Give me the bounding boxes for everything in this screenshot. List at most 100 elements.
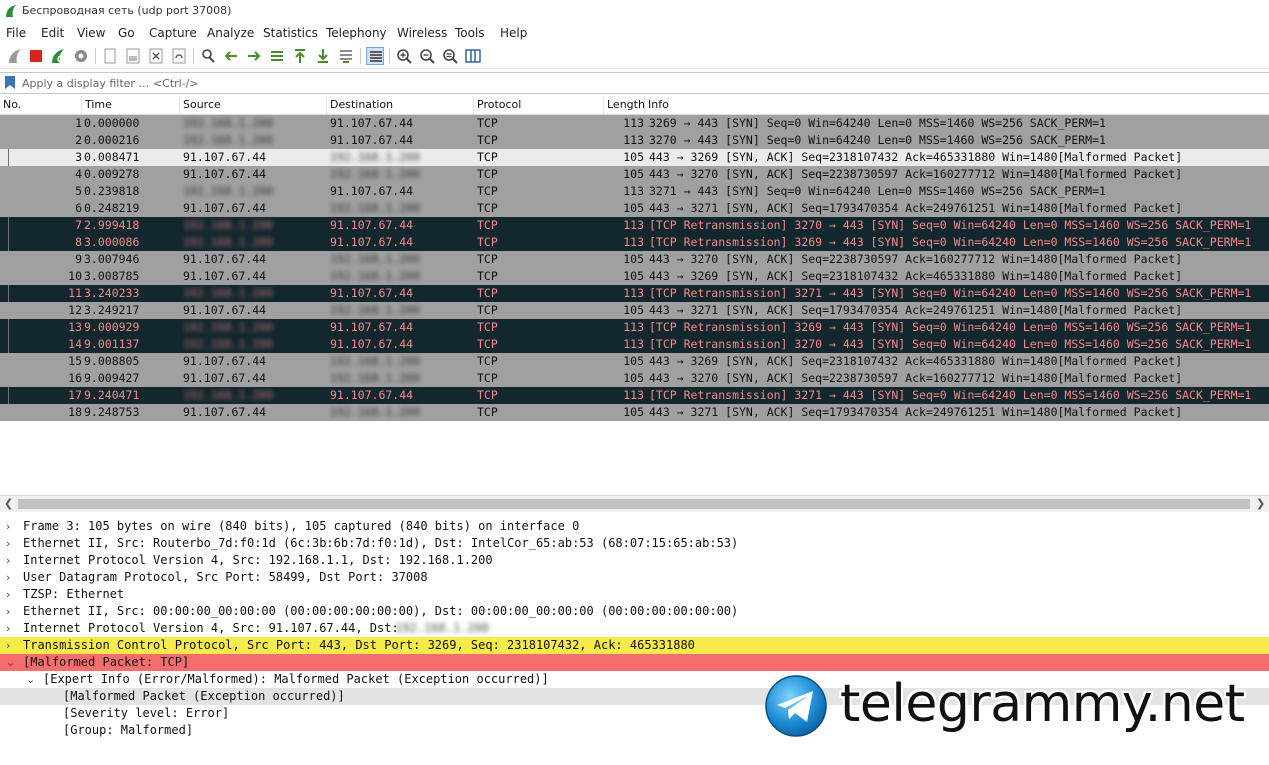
column-header-time[interactable]: Time <box>82 96 180 114</box>
menu-view[interactable]: View <box>77 26 105 40</box>
packet-length: 105 <box>623 269 644 283</box>
column-header-no[interactable]: No. <box>0 96 82 114</box>
go-first-packet-icon[interactable] <box>291 47 309 65</box>
detail-tree-item[interactable]: › Ethernet II, Src: Routerbo_7d:f0:1d (6c… <box>0 535 1269 552</box>
packet-row[interactable]: 13 9.000929 192.168.1.200 91.107.67.44 TCP 11… <box>0 319 1269 336</box>
menu-wireless[interactable]: Wireless <box>397 26 447 40</box>
go-last-packet-icon[interactable] <box>314 47 332 65</box>
packet-row[interactable]: 12 3.249217 91.107.67.44 192.168.1.200 TCP 10… <box>0 302 1269 319</box>
column-header-protocol[interactable]: Protocol <box>474 96 604 114</box>
packet-row[interactable]: 1 0.000000 192.168.1.200 91.107.67.44 TCP 113… <box>0 115 1269 132</box>
go-back-arrow-icon[interactable] <box>222 47 240 65</box>
packet-destination: 192.168.1.200 <box>330 405 421 419</box>
packet-row[interactable]: 15 9.008805 91.107.67.44 192.168.1.200 TCP 10… <box>0 353 1269 370</box>
stop-capture-icon[interactable] <box>27 47 45 65</box>
bookmark-icon[interactable] <box>3 75 17 90</box>
scrollbar-thumb[interactable] <box>18 499 1250 509</box>
packet-no: 17 <box>68 388 82 402</box>
column-header-length[interactable]: Length <box>604 96 645 114</box>
reload-file-icon[interactable] <box>170 47 188 65</box>
expand-arrow-icon[interactable]: › <box>6 603 10 620</box>
packet-row[interactable]: 11 3.240233 192.168.1.200 91.107.67.44 TCP 11… <box>0 285 1269 302</box>
detail-tree-item[interactable]: › Transmission Control Protocol, Src Port… <box>0 637 1269 654</box>
packet-row[interactable]: 2 0.000216 192.168.1.200 91.107.67.44 TCP 113… <box>0 132 1269 149</box>
packet-no: 13 <box>68 320 82 334</box>
open-file-icon[interactable] <box>101 47 119 65</box>
menu-bar: File Edit View Go Capture Analyze Statistics Te… <box>0 24 1269 42</box>
packet-row[interactable]: 10 3.008785 91.107.67.44 192.168.1.200 TCP 10… <box>0 268 1269 285</box>
horizontal-scrollbar[interactable]: ❮ ❯ <box>0 495 1269 512</box>
normal-size-icon[interactable] <box>441 47 459 65</box>
packet-no: 2 <box>75 133 82 147</box>
display-filter-input[interactable] <box>18 73 1268 93</box>
close-file-icon[interactable] <box>147 47 165 65</box>
menu-tools[interactable]: Tools <box>455 26 485 40</box>
start-capture-fin-icon[interactable] <box>6 47 24 65</box>
collapse-arrow-icon[interactable]: ⌄ <box>6 654 15 671</box>
capture-options-gear-icon[interactable] <box>72 47 90 65</box>
detail-tree-item[interactable]: › TZSP: Ethernet <box>0 586 1269 603</box>
column-header-destination[interactable]: Destination <box>327 96 474 114</box>
expand-arrow-icon[interactable]: › <box>6 586 10 603</box>
expand-arrow-icon[interactable]: › <box>6 518 10 535</box>
expand-arrow-icon[interactable]: › <box>6 637 10 654</box>
packet-row[interactable]: 17 9.240471 192.168.1.200 91.107.67.44 TCP 11… <box>0 387 1269 404</box>
packet-source: 91.107.67.44 <box>183 371 267 385</box>
packet-time: 9.248753 <box>84 405 140 419</box>
detail-tree-item[interactable]: › Ethernet II, Src: 00:00:00_00:00:00 (00… <box>0 603 1269 620</box>
menu-help[interactable]: Help <box>500 26 527 40</box>
resize-columns-icon[interactable] <box>464 47 482 65</box>
go-forward-arrow-icon[interactable] <box>245 47 263 65</box>
packet-row[interactable]: 4 0.009278 91.107.67.44 192.168.1.200 TCP 105… <box>0 166 1269 183</box>
packet-time: 0.000000 <box>84 116 140 130</box>
watermark-text: telegrammy.net <box>840 674 1245 734</box>
find-packet-icon[interactable] <box>199 47 217 65</box>
expand-arrow-icon[interactable]: › <box>6 552 10 569</box>
zoom-in-icon[interactable] <box>395 47 413 65</box>
packet-row[interactable]: 16 9.009427 91.107.67.44 192.168.1.200 TCP 10… <box>0 370 1269 387</box>
packet-time: 0.239818 <box>84 184 140 198</box>
menu-go[interactable]: Go <box>118 26 135 40</box>
packet-length: 105 <box>623 150 644 164</box>
packet-destination: 192.168.1.200 <box>330 150 421 164</box>
packet-length: 113 <box>623 320 644 334</box>
packet-row[interactable]: 6 0.248219 91.107.67.44 192.168.1.200 TCP 105… <box>0 200 1269 217</box>
menu-analyze[interactable]: Analyze <box>207 26 254 40</box>
packet-row[interactable]: 7 2.999418 192.168.1.200 91.107.67.44 TCP 113… <box>0 217 1269 234</box>
detail-tree-item[interactable]: ⌄ [Malformed Packet: TCP] <box>0 654 1269 671</box>
packet-destination: 192.168.1.200 <box>330 167 421 181</box>
zoom-out-icon[interactable] <box>418 47 436 65</box>
menu-edit[interactable]: Edit <box>41 26 64 40</box>
detail-text: TZSP: Ethernet <box>23 587 125 601</box>
menu-telephony[interactable]: Telephony <box>326 26 387 40</box>
scroll-right-arrow-icon[interactable]: ❯ <box>1256 497 1265 510</box>
menu-file[interactable]: File <box>6 26 26 40</box>
packet-row[interactable]: 8 3.000086 192.168.1.200 91.107.67.44 TCP 113… <box>0 234 1269 251</box>
go-to-packet-icon[interactable] <box>268 47 286 65</box>
packet-source: 91.107.67.44 <box>183 201 267 215</box>
packet-source: 91.107.67.44 <box>183 405 267 419</box>
detail-tree-item[interactable]: › Internet Protocol Version 4, Src: 192.1… <box>0 552 1269 569</box>
packet-row[interactable]: 5 0.239818 192.168.1.200 91.107.67.44 TCP 113… <box>0 183 1269 200</box>
expand-arrow-icon[interactable]: › <box>6 569 10 586</box>
save-file-icon[interactable] <box>124 47 142 65</box>
scroll-left-arrow-icon[interactable]: ❮ <box>4 497 13 510</box>
packet-row[interactable]: 3 0.008471 91.107.67.44 192.168.1.200 TCP 105… <box>0 149 1269 166</box>
expand-arrow-icon[interactable]: › <box>6 535 10 552</box>
packet-row[interactable]: 14 9.001137 192.168.1.200 91.107.67.44 TCP 11… <box>0 336 1269 353</box>
column-header-info[interactable]: Info <box>645 96 1269 114</box>
collapse-arrow-icon[interactable]: ⌄ <box>26 671 35 688</box>
column-header-source[interactable]: Source <box>180 96 327 114</box>
auto-scroll-icon[interactable] <box>337 47 355 65</box>
restart-capture-icon[interactable] <box>49 47 67 65</box>
packet-row[interactable]: 9 3.007946 91.107.67.44 192.168.1.200 TCP 105… <box>0 251 1269 268</box>
detail-tree-item[interactable]: › Frame 3: 105 bytes on wire (840 bits), … <box>0 518 1269 535</box>
expand-arrow-icon[interactable]: › <box>6 620 10 637</box>
related-packet-marker <box>8 149 9 166</box>
colorize-list-icon[interactable] <box>366 47 384 65</box>
menu-statistics[interactable]: Statistics <box>263 26 318 40</box>
packet-row[interactable]: 18 9.248753 91.107.67.44 192.168.1.200 TCP 10… <box>0 404 1269 421</box>
menu-capture[interactable]: Capture <box>149 26 197 40</box>
detail-tree-item[interactable]: › Internet Protocol Version 4, Src: 91.10… <box>0 620 1269 637</box>
detail-tree-item[interactable]: › User Datagram Protocol, Src Port: 58499… <box>0 569 1269 586</box>
